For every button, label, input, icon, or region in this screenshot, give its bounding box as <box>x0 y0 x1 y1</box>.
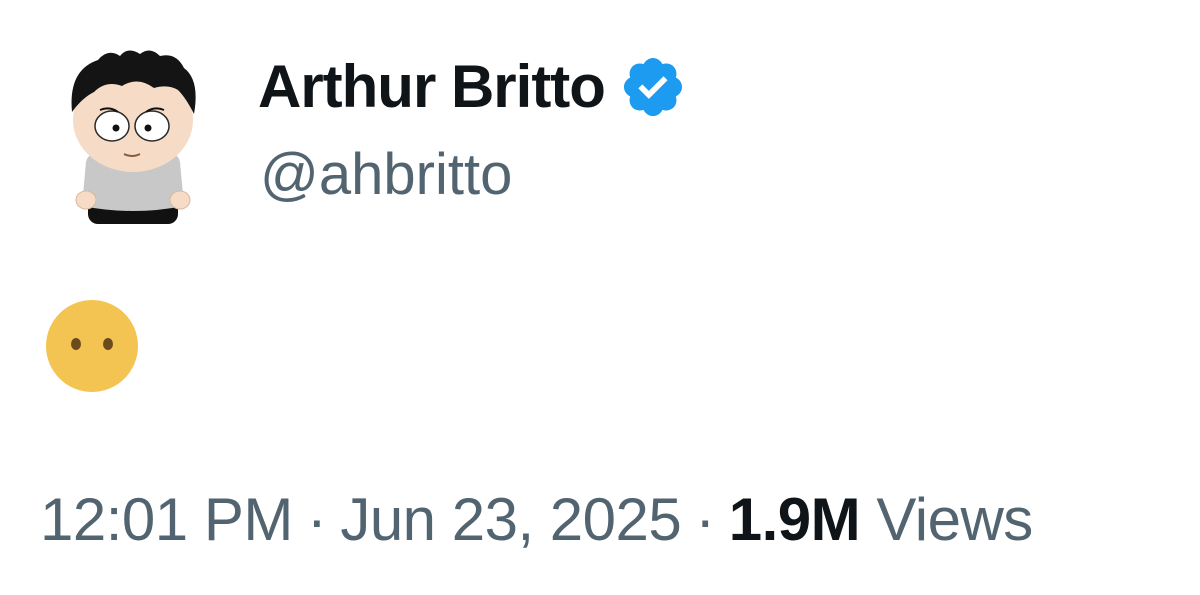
views-count[interactable]: 1.9M <box>729 486 861 553</box>
face-without-mouth-icon <box>46 300 138 392</box>
tweet-content <box>44 298 140 394</box>
cartoon-avatar-icon <box>71 50 196 224</box>
tweet-card: Arthur Britto @ahbritto 12:01 PM · Jun 23,… <box>0 0 1200 595</box>
avatar[interactable] <box>58 40 208 232</box>
display-name[interactable]: Arthur Britto <box>258 57 606 117</box>
meta-separator: · <box>695 486 715 553</box>
tweet-meta: 12:01 PM · Jun 23, 2025 · 1.9M Views <box>40 490 1033 550</box>
author-name-row[interactable]: Arthur Britto <box>258 52 687 122</box>
views-label[interactable]: Views <box>876 486 1033 553</box>
verified-badge-icon[interactable] <box>619 53 687 121</box>
tweet-time[interactable]: 12:01 PM <box>40 486 293 553</box>
meta-separator: · <box>306 486 327 553</box>
user-handle[interactable]: @ahbritto <box>260 146 512 204</box>
tweet-date[interactable]: Jun 23, 2025 <box>340 486 681 553</box>
